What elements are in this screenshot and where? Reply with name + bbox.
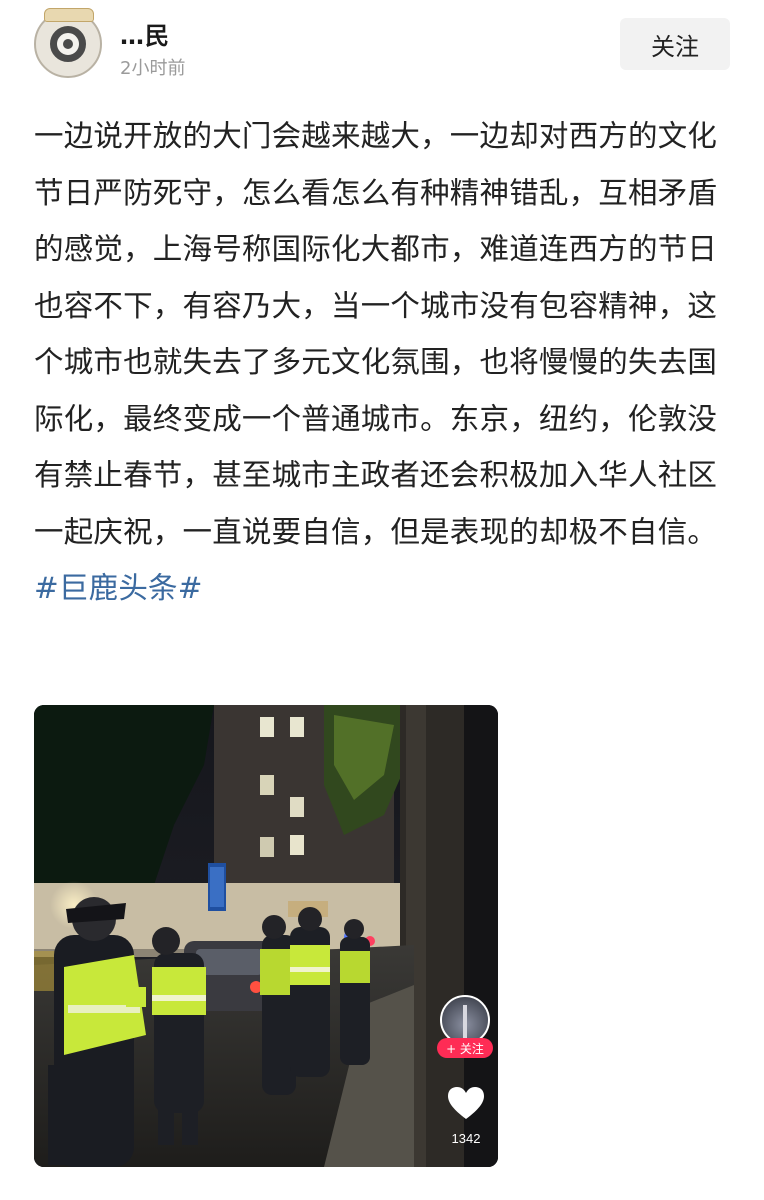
post-header: …民 2小时前 关注 — [0, 0, 764, 90]
avatar-dot-icon — [63, 39, 73, 49]
tower-icon — [463, 1005, 467, 1039]
heart-icon[interactable] — [446, 1085, 486, 1121]
avatar-crown-icon — [44, 8, 94, 22]
post-video[interactable]: + 关注 1342 — [34, 705, 498, 1167]
post-body: 一边说开放的大门会越来越大，一边却对西方的文化节日严防死守，怎么看怎么有种精神错… — [34, 108, 724, 617]
like-count: 1342 — [451, 1131, 481, 1146]
video-frame — [34, 705, 498, 1167]
follow-button[interactable]: 关注 — [620, 18, 730, 70]
author-avatar[interactable] — [34, 8, 102, 78]
creator-follow-button[interactable]: + 关注 — [437, 1038, 493, 1058]
hashtag-link[interactable]: #巨鹿头条# — [34, 571, 203, 605]
post-time: 2小时前 — [120, 58, 186, 79]
post-text: 一边说开放的大门会越来越大，一边却对西方的文化节日严防死守，怎么看怎么有种精神错… — [34, 119, 718, 549]
author-name[interactable]: …民 — [120, 16, 170, 51]
